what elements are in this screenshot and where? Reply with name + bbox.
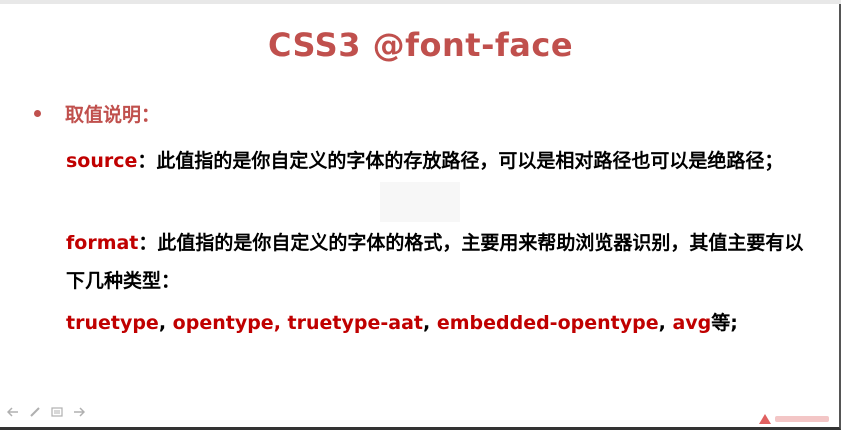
source-paragraph: source：此值指的是你自定义的字体的存放路径，可以是相对路径也可以是绝路径； — [66, 142, 812, 180]
value-embedded-opentype: embedded-opentype — [436, 312, 659, 334]
format-description: ：此值指的是你自定义的字体的格式，主要用来帮助浏览器识别，其值主要有以下几种类型… — [66, 232, 804, 292]
pen-icon[interactable] — [28, 406, 42, 418]
logo-star-icon — [759, 414, 771, 424]
faint-overlay — [380, 182, 460, 222]
value-truetype: truetype — [66, 312, 159, 334]
slide: CSS3 @font-face 取值说明： source：此值指的是你自定义的字… — [0, 0, 841, 430]
bullet-heading: 取值说明： — [34, 100, 160, 127]
bullet-dot-icon — [34, 110, 41, 117]
separator — [281, 312, 288, 334]
bullet-label: 取值说明： — [65, 104, 161, 126]
back-arrow-icon[interactable] — [6, 406, 20, 418]
format-values-line: truetype, opentype, truetype-aat, embedd… — [66, 304, 812, 342]
source-keyword: source — [66, 150, 138, 172]
slide-title: CSS3 @font-face — [267, 26, 574, 64]
slideshow-toolbar — [6, 406, 86, 418]
source-description: ：此值指的是你自定义的字体的存放路径，可以是相对路径也可以是绝路径； — [137, 150, 784, 172]
menu-icon[interactable] — [50, 406, 64, 418]
separator: , — [658, 312, 673, 334]
separator: , — [422, 312, 437, 334]
format-keyword: format — [66, 232, 139, 254]
value-opentype: opentype, — [172, 312, 281, 334]
separator: , — [158, 312, 173, 334]
logo-bar — [775, 416, 829, 422]
line-tail: 等; — [711, 312, 738, 334]
watermark-logo — [759, 412, 829, 426]
forward-arrow-icon[interactable] — [72, 406, 86, 418]
value-truetype-aat: truetype-aat — [287, 312, 423, 334]
format-paragraph: format：此值指的是你自定义的字体的格式，主要用来帮助浏览器识别，其值主要有… — [66, 224, 812, 300]
value-avg: avg — [672, 312, 712, 334]
top-bar — [0, 0, 841, 4]
